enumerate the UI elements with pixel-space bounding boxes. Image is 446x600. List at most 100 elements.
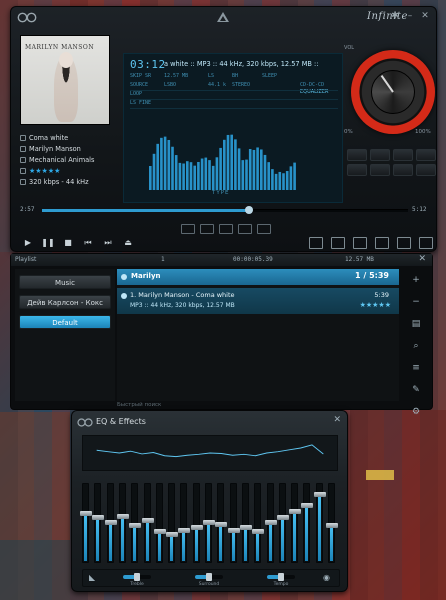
eq-band-slider[interactable]: [215, 483, 228, 563]
document-icon[interactable]: ▤: [410, 318, 422, 330]
close-icon[interactable]: ✕: [418, 254, 426, 264]
shuffle-icon[interactable]: [181, 224, 195, 234]
eq-band-slider[interactable]: [129, 483, 142, 563]
eq-band-slider[interactable]: [141, 483, 154, 563]
eq-band-slider[interactable]: [166, 483, 179, 563]
pin-icon[interactable]: ◣: [89, 573, 101, 583]
eq-band-thumb[interactable]: [129, 523, 142, 529]
eq-band-thumb[interactable]: [190, 524, 203, 530]
power-icon[interactable]: ◉: [323, 573, 335, 583]
eq-toggle-icon[interactable]: [331, 237, 345, 249]
eq-band-slider[interactable]: [313, 483, 326, 563]
playlist-group-header[interactable]: Marilyn 1 / 5:39: [117, 269, 399, 285]
play-icon[interactable]: ▶: [18, 237, 38, 249]
settings-icon[interactable]: ⚙: [410, 406, 422, 418]
volume-knob[interactable]: [351, 50, 435, 134]
eq-band-slider[interactable]: [80, 483, 92, 563]
eq-band-slider[interactable]: [301, 483, 314, 563]
seek-bar[interactable]: 2:57 5:12: [20, 204, 430, 216]
repeat-icon[interactable]: [200, 224, 214, 234]
eq-band-slider[interactable]: [227, 483, 240, 563]
quick-button[interactable]: [416, 149, 436, 161]
eq-band-thumb[interactable]: [166, 532, 179, 538]
remove-icon[interactable]: −: [410, 296, 422, 308]
meta-rating-row[interactable]: ★★★★★: [20, 165, 116, 176]
eq-band-thumb[interactable]: [326, 523, 338, 529]
treble-thumb[interactable]: [134, 573, 140, 581]
surround-thumb[interactable]: [206, 573, 212, 581]
quick-button[interactable]: [416, 164, 436, 176]
surround-slider[interactable]: [195, 573, 223, 581]
treble-slider[interactable]: [123, 573, 151, 581]
category-music[interactable]: Music: [19, 275, 111, 289]
eq-band-thumb[interactable]: [252, 529, 265, 535]
eq-band-thumb[interactable]: [227, 527, 240, 533]
eq-band-slider[interactable]: [264, 483, 277, 563]
add-icon[interactable]: +: [410, 274, 422, 286]
video-icon[interactable]: [375, 237, 389, 249]
eq-band-slider[interactable]: [252, 483, 265, 563]
tempo-thumb[interactable]: [278, 573, 284, 581]
eq-band-slider[interactable]: [203, 483, 215, 563]
stop-icon[interactable]: ■: [58, 237, 78, 249]
eq-band-slider[interactable]: [116, 483, 129, 563]
rating-stars[interactable]: ★★★★★: [29, 167, 60, 175]
eq-band-slider[interactable]: [239, 483, 252, 563]
tempo-slider[interactable]: [267, 573, 295, 581]
eq-band-thumb[interactable]: [215, 521, 228, 527]
eq-band-thumb[interactable]: [80, 510, 92, 516]
eq-band-thumb[interactable]: [178, 527, 191, 533]
search-icon[interactable]: ⌕: [410, 340, 422, 352]
eq-band-thumb[interactable]: [313, 491, 326, 497]
quick-button[interactable]: [347, 149, 367, 161]
next-icon[interactable]: ⏭: [98, 237, 118, 249]
eq-band-thumb[interactable]: [239, 524, 252, 530]
playlist-toggle-icon[interactable]: [353, 237, 367, 249]
quick-button[interactable]: [370, 149, 390, 161]
player-titlebar[interactable]: Infinite ✱ – ✕: [11, 7, 436, 29]
sort-icon[interactable]: ≡: [410, 362, 422, 374]
track-rating[interactable]: ★★★★★: [360, 301, 391, 309]
quick-search-label[interactable]: Быстрый поиск: [117, 402, 161, 408]
eq-band-thumb[interactable]: [264, 520, 277, 525]
eq-band-slider[interactable]: [178, 483, 191, 563]
eject-icon[interactable]: ⏏: [118, 237, 138, 249]
eq-band-thumb[interactable]: [141, 518, 154, 524]
table-row[interactable]: 1. Marilyn Manson - Coma white MP3 :: 44…: [117, 288, 399, 314]
eq-band-thumb[interactable]: [301, 502, 314, 508]
lib-icon[interactable]: [309, 237, 323, 249]
category-default[interactable]: Default: [19, 315, 111, 329]
category-custom[interactable]: Дейв Карлсон - Кокс: [19, 295, 111, 309]
grid-icon[interactable]: [419, 237, 433, 249]
eq-band-slider[interactable]: [289, 483, 302, 563]
quick-button[interactable]: [347, 164, 367, 176]
eq-band-thumb[interactable]: [104, 520, 117, 525]
quick-button[interactable]: [393, 164, 413, 176]
eq-band-thumb[interactable]: [92, 515, 105, 521]
eq-band-slider[interactable]: [153, 483, 166, 563]
pause-icon[interactable]: ❚❚: [38, 237, 58, 249]
list-icon[interactable]: [397, 237, 411, 249]
previous-icon[interactable]: ⏮: [78, 237, 98, 249]
close-icon[interactable]: ✕: [333, 415, 341, 425]
crossfade-icon[interactable]: [219, 224, 233, 234]
settings-icon[interactable]: ✱: [390, 11, 400, 21]
eq-band-slider[interactable]: [104, 483, 117, 563]
record-icon[interactable]: [238, 224, 252, 234]
eq-band-slider[interactable]: [92, 483, 105, 563]
eq-band-thumb[interactable]: [203, 520, 215, 525]
eq-band-slider[interactable]: [276, 483, 289, 563]
view-icon[interactable]: [257, 224, 271, 234]
eq-band-thumb[interactable]: [116, 513, 129, 519]
eq-band-thumb[interactable]: [153, 529, 166, 535]
eq-band-thumb[interactable]: [289, 509, 302, 515]
quick-button[interactable]: [393, 149, 413, 161]
eq-band-slider[interactable]: [326, 483, 338, 563]
close-icon[interactable]: ✕: [420, 11, 430, 21]
eq-band-slider[interactable]: [190, 483, 203, 563]
seek-thumb[interactable]: [244, 206, 253, 214]
playlist-titlebar[interactable]: Playlist 1 00:00:05.39 12.57 MB ✕: [11, 254, 432, 266]
quick-button[interactable]: [370, 164, 390, 176]
minimize-icon[interactable]: –: [405, 11, 415, 21]
edit-icon[interactable]: ✎: [410, 384, 422, 396]
